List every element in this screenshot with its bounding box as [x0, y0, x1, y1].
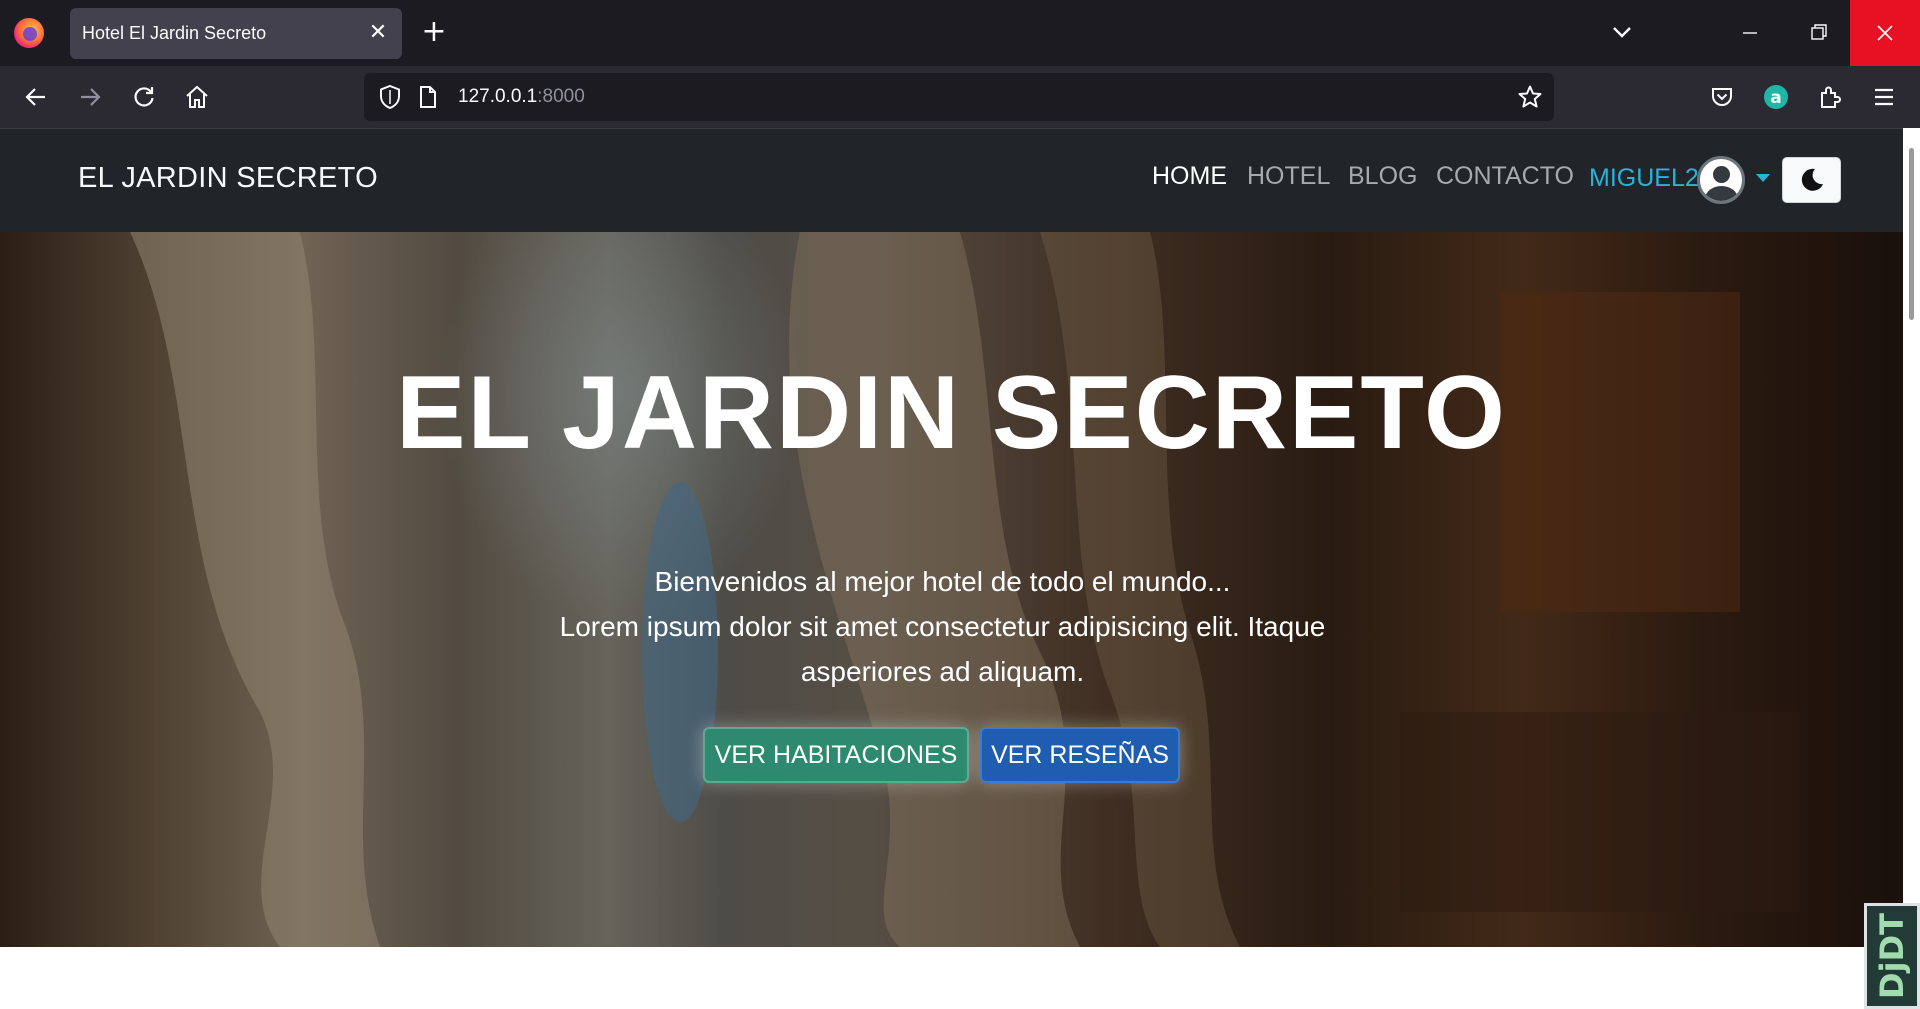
address-bar[interactable]: 127.0.0.1:8000 — [364, 73, 1554, 121]
window-restore-button[interactable] — [1788, 0, 1848, 66]
dark-mode-toggle-button[interactable] — [1782, 157, 1841, 203]
puzzle-icon — [1821, 86, 1841, 108]
tracking-protection-shield-icon[interactable] — [376, 83, 404, 111]
page-info-icon[interactable] — [414, 83, 442, 111]
nav-link-home[interactable]: HOME — [1152, 162, 1227, 191]
chevron-down-icon — [1613, 27, 1631, 38]
arrow-right-icon — [81, 88, 101, 106]
django-debug-toolbar-handle[interactable]: DjDT — [1864, 903, 1920, 1009]
list-all-tabs-button[interactable] — [1603, 18, 1641, 48]
view-rooms-button[interactable]: VER HABITACIONES — [703, 727, 969, 783]
tab-title: Hotel El Jardin Secreto — [82, 23, 267, 43]
user-avatar[interactable] — [1697, 156, 1745, 204]
minimize-icon — [1743, 32, 1757, 34]
scrollbar-thumb[interactable] — [1909, 148, 1914, 320]
pocket-button[interactable] — [1703, 78, 1741, 116]
hero-welcome: Bienvenidos al mejor hotel de todo el mu… — [654, 566, 1231, 597]
view-reviews-button[interactable]: VER RESEÑAS — [980, 727, 1180, 783]
nav-link-blog[interactable]: BLOG — [1348, 162, 1417, 191]
new-tab-button[interactable]: + — [418, 17, 450, 49]
hamburger-menu-icon — [1875, 88, 1893, 106]
page-scrollbar[interactable] — [1903, 128, 1920, 1009]
site-brand[interactable]: EL JARDIN SECRETO — [78, 162, 378, 195]
browser-toolbar: 127.0.0.1:8000 a — [0, 66, 1920, 128]
url-port: :8000 — [537, 86, 585, 107]
url-host: 127.0.0.1 — [458, 86, 538, 107]
browser-tab-bar: Hotel El Jardin Secreto ✕ + — [0, 0, 1920, 66]
close-icon — [1877, 25, 1893, 41]
pocket-icon — [1712, 88, 1732, 106]
nav-link-hotel[interactable]: HOTEL — [1247, 162, 1330, 191]
djdt-label: DjDT — [1873, 913, 1912, 999]
restore-icon — [1811, 24, 1827, 40]
hero-title: EL JARDIN SECRETO — [396, 355, 1507, 471]
window-minimize-button[interactable] — [1720, 0, 1780, 66]
forward-button[interactable] — [71, 78, 109, 116]
arrow-left-icon — [25, 88, 45, 106]
browser-tab-active[interactable]: Hotel El Jardin Secreto ✕ — [70, 8, 402, 59]
svg-text:a: a — [1770, 88, 1781, 108]
page-content: EL JARDIN SECRETO HOME HOTEL BLOG CONTAC… — [0, 128, 1920, 1009]
avatar-head — [1713, 166, 1730, 183]
hero-section: EL JARDIN SECRETO Bienvenidos al mejor h… — [0, 232, 1903, 947]
bookmark-star-icon[interactable] — [1516, 83, 1544, 111]
hero-text: Bienvenidos al mejor hotel de todo el mu… — [500, 559, 1385, 694]
extension-a-button[interactable]: a — [1757, 78, 1795, 116]
url-text[interactable]: 127.0.0.1:8000 — [458, 86, 585, 108]
reload-button[interactable] — [125, 78, 163, 116]
nav-link-contacto[interactable]: CONTACTO — [1436, 162, 1574, 191]
back-button[interactable] — [17, 78, 55, 116]
window-close-button[interactable] — [1850, 0, 1920, 66]
site-navbar: EL JARDIN SECRETO HOME HOTEL BLOG CONTAC… — [0, 128, 1903, 232]
home-icon — [186, 85, 208, 108]
avatar-body — [1705, 186, 1738, 201]
app-menu-button[interactable] — [1865, 78, 1903, 116]
home-button[interactable] — [178, 78, 216, 116]
reload-icon — [134, 87, 154, 107]
user-menu-name[interactable]: MIGUEL2 — [1589, 164, 1699, 193]
moon-icon — [1801, 168, 1823, 191]
extension-a-icon: a — [1764, 85, 1788, 109]
user-dropdown-caret-icon[interactable] — [1756, 174, 1770, 182]
close-tab-icon[interactable]: ✕ — [364, 19, 392, 47]
firefox-logo-icon[interactable] — [14, 18, 44, 48]
extensions-button[interactable] — [1811, 78, 1849, 116]
hero-description: Lorem ipsum dolor sit amet consectetur a… — [559, 611, 1326, 687]
